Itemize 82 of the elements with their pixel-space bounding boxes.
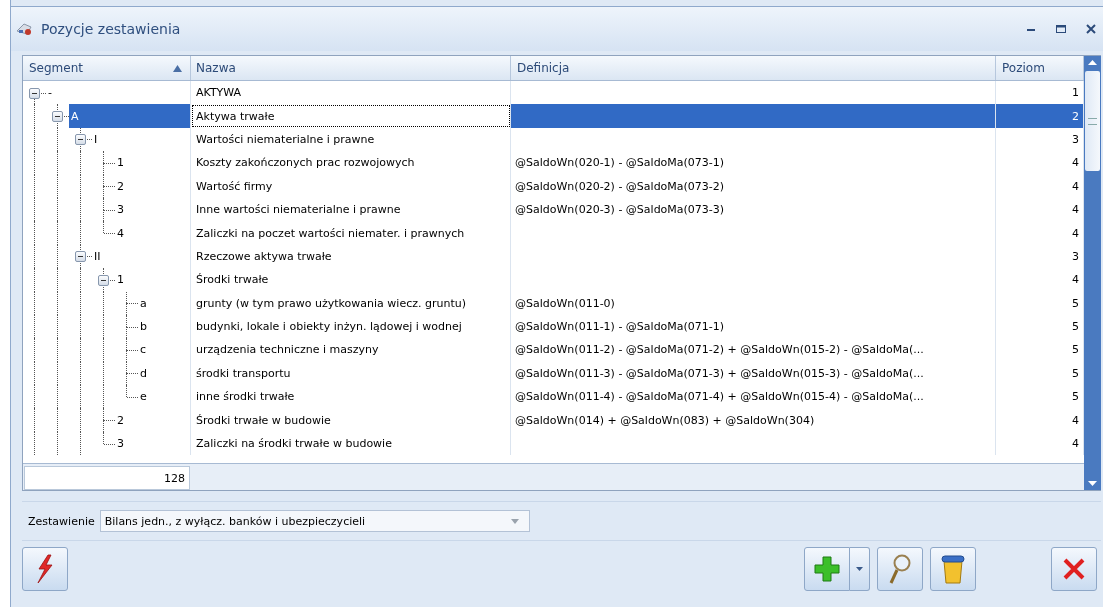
table-cell: Koszty zakończonych prac rozwojowych [191, 151, 511, 175]
segment-label: e [139, 389, 148, 406]
segment-label: - [47, 85, 53, 102]
table-row[interactable]: d środki transportu @SaldoWn(011-3) - @SaldoMa(071-3) + @SaldoWn(015-3) - @SaldoMa(... 5 [23, 361, 1084, 386]
row-count: 128 [24, 466, 190, 490]
caret-icon [510, 518, 519, 524]
table-row[interactable]: 2 Środki trwałe w budowie @SaldoWn(014) + @SaldoWn(083) + @SaldoWn(304) 4 [23, 408, 1084, 432]
expander-icon[interactable] [75, 134, 86, 146]
segment-label: 1 [116, 155, 125, 172]
scroll-thumb[interactable] [1085, 71, 1100, 171]
plus-icon [814, 556, 840, 582]
table-row[interactable]: A Aktywa trwałe 2 [23, 104, 1084, 128]
table-row[interactable]: e inne środki trwałe @SaldoWn(011-4) - @SaldoMa(071-4) + @SaldoWn(015-4) - @SaldoMa(... 5 [23, 385, 1084, 409]
segment-label: d [139, 365, 148, 382]
table-row[interactable]: 1 Środki trwałe 4 [23, 268, 1084, 292]
magnifier-icon [888, 553, 912, 585]
table-cell: Aktywa trwałe [191, 104, 511, 128]
segment-label: c [139, 342, 148, 359]
expander-icon[interactable] [98, 274, 109, 286]
table-cell: @SaldoWn(011-3) - @SaldoMa(071-3) + @SaldoWn(015-3) - @SaldoMa(... [511, 361, 996, 386]
expander-icon[interactable] [52, 111, 63, 123]
table-cell: grunty (w tym prawo użytkowania wiecz. gruntu) [191, 291, 511, 315]
filter-label: Zestawienie [28, 514, 95, 528]
expander-icon[interactable] [75, 251, 86, 263]
table-row[interactable]: 3 Inne wartości niematerialne i prawne @SaldoWn(020-3) - @SaldoMa(073-3) 4 [23, 197, 1084, 222]
table-row[interactable]: c urządzenia techniczne i maszyny @SaldoWn(011-2) - @SaldoMa(071-2) + @SaldoWn(015-2) - @SaldoMa(... 5 [23, 338, 1084, 362]
close-icon[interactable] [1085, 23, 1097, 35]
table-row[interactable]: 1 Koszty zakończonych prac rozwojowych @SaldoWn(020-1) - @SaldoMa(073-1) 4 [23, 151, 1084, 175]
view-button[interactable] [877, 547, 923, 591]
table-cell: środki transportu [191, 361, 511, 386]
table-cell: @SaldoWn(020-2) - @SaldoMa(073-2) [511, 174, 996, 198]
table-cell: Środki trwałe w budowie [191, 408, 511, 432]
table-cell: @SaldoWn(020-3) - @SaldoMa(073-3) [511, 197, 996, 222]
table-row[interactable]: b budynki, lokale i obiekty inżyn. lądowej i wodnej @SaldoWn(011-1) - @SaldoMa(071-1) 5 [23, 314, 1084, 339]
table-cell: inne środki trwałe [191, 385, 511, 409]
table-row[interactable]: 4 Zaliczki na poczet wartości niemater. i prawnych 4 [23, 221, 1084, 245]
column-header[interactable]: Segment [23, 56, 191, 80]
scrollbar[interactable] [1084, 56, 1101, 490]
table-cell: @SaldoWn(014) + @SaldoWn(083) + @SaldoWn(304) [511, 408, 996, 432]
segment-label: A [69, 104, 190, 128]
segment-label: 2 [116, 412, 125, 429]
table-cell: @SaldoWn(020-1) - @SaldoMa(073-1) [511, 151, 996, 175]
segment-label: 4 [116, 225, 125, 242]
segment-label: a [139, 295, 148, 312]
table-cell: Środki trwałe [191, 268, 511, 292]
table-cell: @SaldoWn(011-4) - @SaldoMa(071-4) + @SaldoWn(015-4) - @SaldoMa(... [511, 385, 996, 409]
segment-label: 1 [116, 272, 125, 289]
column-header[interactable]: Definicja [511, 56, 996, 80]
add-button[interactable] [804, 547, 850, 591]
segment-label: b [139, 319, 148, 336]
expander-icon[interactable] [29, 87, 40, 99]
caret-icon [856, 567, 863, 571]
table-cell: Inne wartości niematerialne i prawne [191, 197, 511, 222]
table-cell: Wartość firmy [191, 174, 511, 198]
delete-button[interactable] [930, 547, 976, 591]
column-header[interactable]: Nazwa [191, 56, 511, 80]
close-button[interactable] [1051, 547, 1097, 591]
bin-icon [939, 553, 967, 585]
table-row[interactable]: a grunty (w tym prawo użytkowania wiecz. gruntu) @SaldoWn(011-0) 5 [23, 291, 1084, 315]
window-title: Pozycje zestawienia [41, 21, 181, 37]
table-cell: Wartości niematerialne i prawne [191, 127, 511, 152]
table-row[interactable]: I Wartości niematerialne i prawne 3 [23, 127, 1084, 152]
table-cell: Zaliczki na środki trwałe w budowie [191, 431, 511, 456]
segment-label: II [93, 248, 102, 265]
table-cell: urządzenia techniczne i maszyny [191, 338, 511, 362]
segment-label: 3 [116, 202, 125, 219]
segment-label: 3 [116, 436, 125, 453]
table-cell: Zaliczki na poczet wartości niemater. i prawnych [191, 221, 511, 245]
report-dropdown[interactable]: Bilans jedn., z wyłącz. banków i ubezpieczycieli [99, 510, 530, 532]
table-cell: @SaldoWn(011-0) [511, 291, 996, 315]
table-cell: @SaldoWn(011-2) - @SaldoMa(071-2) + @SaldoWn(015-2) - @SaldoMa(... [511, 338, 996, 362]
close-icon [1062, 557, 1086, 581]
maximize-icon[interactable] [1055, 23, 1067, 35]
table-row[interactable]: II Rzeczowe aktywa trwałe 3 [23, 244, 1084, 269]
table-row[interactable]: 2 Wartość firmy @SaldoWn(020-2) - @SaldoMa(073-2) 4 [23, 174, 1084, 198]
table-cell: @SaldoWn(011-1) - @SaldoMa(071-1) [511, 314, 996, 339]
segment-label: I [93, 131, 99, 148]
table-cell: Rzeczowe aktywa trwałe [191, 244, 511, 269]
table-row[interactable]: 3 Zaliczki na środki trwałe w budowie 4 [23, 431, 1084, 456]
segment-label: 2 [116, 178, 125, 195]
run-button[interactable] [22, 547, 68, 591]
table-cell: budynki, lokale i obiekty inżyn. lądowej i wodnej [191, 314, 511, 339]
